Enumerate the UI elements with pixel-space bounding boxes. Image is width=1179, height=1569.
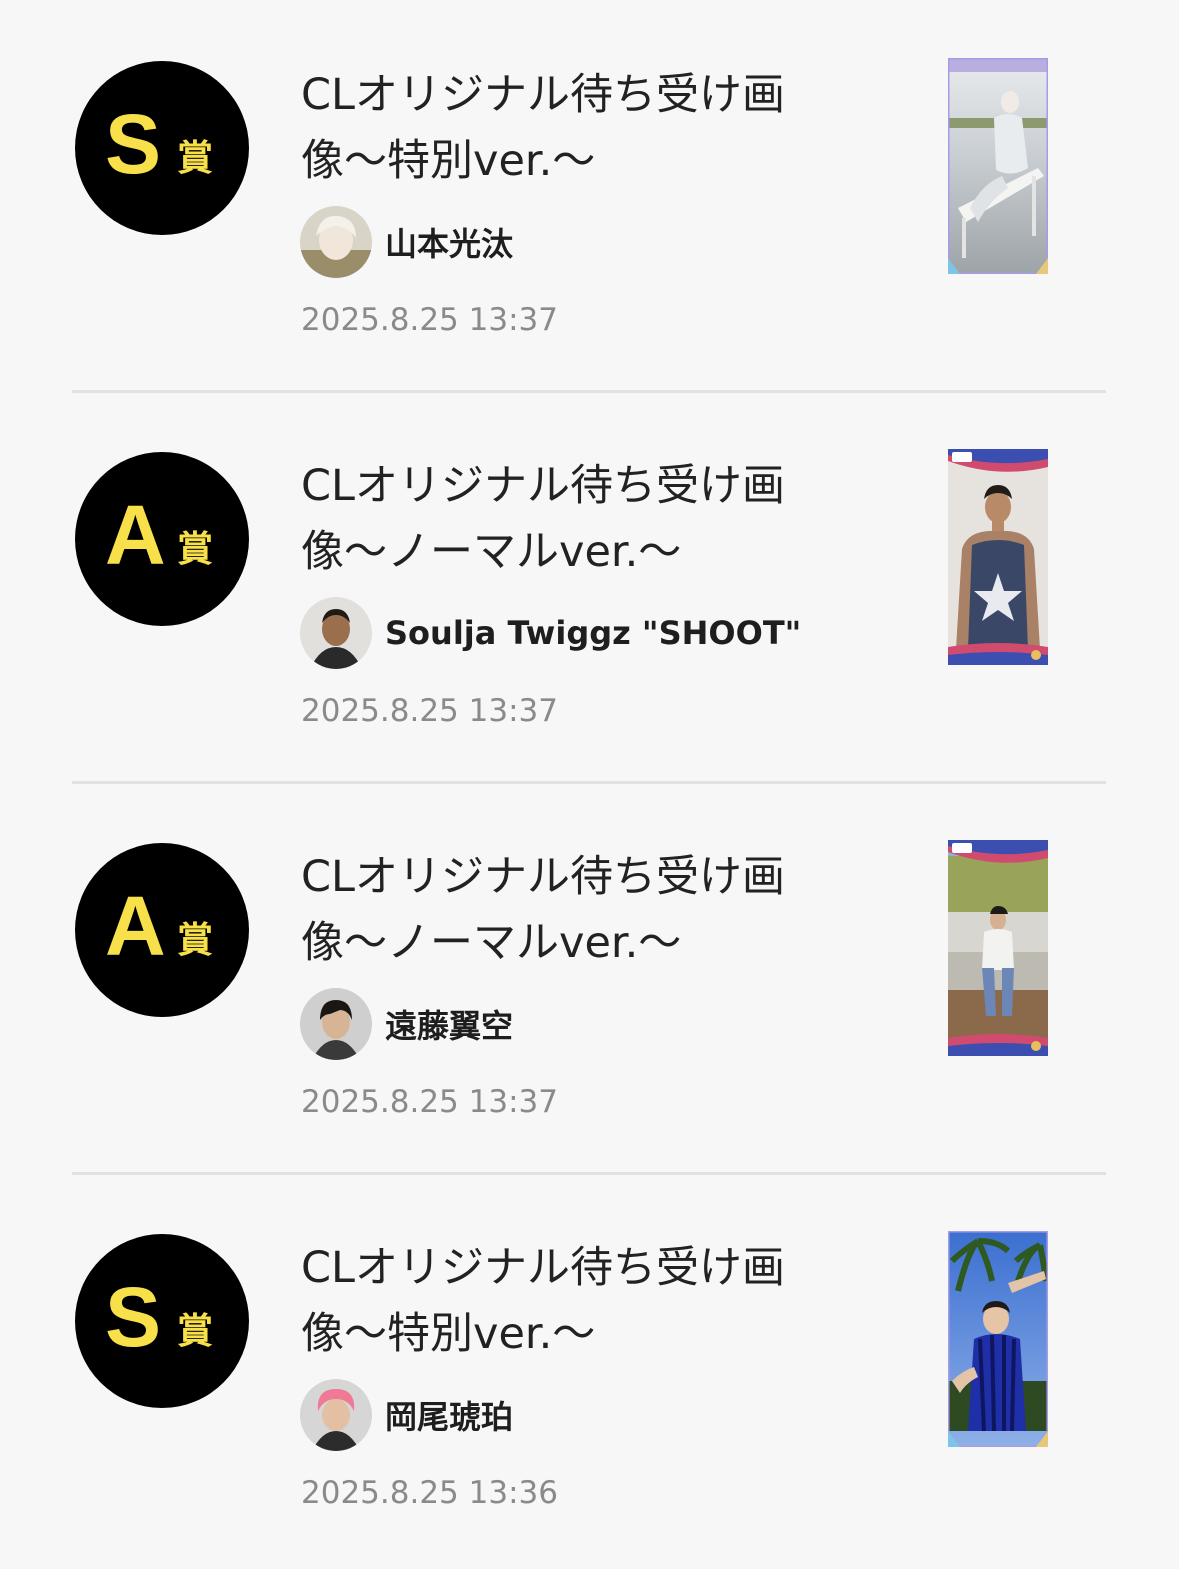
author-name: Soulja Twiggz "SHOOT"	[385, 614, 802, 652]
rank-letter: S	[105, 1270, 162, 1364]
list-item[interactable]: S 賞 CLオリジナル待ち受け画 像～特別ver.～ 山本光汰 2025.8.2…	[0, 0, 1179, 393]
avatar	[300, 206, 372, 278]
prize-history-list: S 賞 CLオリジナル待ち受け画 像～特別ver.～ 山本光汰 2025.8.2…	[0, 0, 1179, 1569]
rank-suffix: 賞	[177, 529, 214, 570]
timestamp: 2025.8.25 13:37	[301, 302, 558, 338]
rank-suffix: 賞	[177, 138, 214, 179]
timestamp: 2025.8.25 13:36	[301, 1475, 558, 1511]
wallpaper-thumbnail[interactable]	[948, 58, 1048, 274]
rank-badge: S 賞	[75, 61, 249, 235]
rank-letter: A	[105, 879, 166, 973]
author: 山本光汰	[300, 206, 513, 278]
rank-letter: S	[105, 97, 162, 191]
item-title: CLオリジナル待ち受け画 像～ノーマルver.～	[301, 852, 785, 968]
item-title: CLオリジナル待ち受け画 像～特別ver.～	[301, 1243, 785, 1359]
avatar	[300, 988, 372, 1060]
rank-badge: S 賞	[75, 1234, 249, 1408]
wallpaper-thumbnail[interactable]	[948, 449, 1048, 665]
list-item[interactable]: S 賞 CLオリジナル待ち受け画 像～特別ver.～ 岡尾琥珀 2025.8.2…	[0, 1173, 1179, 1564]
item-title: CLオリジナル待ち受け画 像～ノーマルver.～	[301, 461, 785, 577]
rank-badge: A 賞	[75, 452, 249, 626]
list-item[interactable]: A 賞 CLオリジナル待ち受け画 像～ノーマルver.～ 遠藤翼空 2025.8…	[0, 782, 1179, 1175]
author: 岡尾琥珀	[300, 1379, 513, 1451]
author-name: 山本光汰	[385, 225, 514, 263]
rank-suffix: 賞	[177, 1311, 214, 1352]
timestamp: 2025.8.25 13:37	[301, 693, 558, 729]
avatar	[300, 1379, 372, 1451]
avatar	[300, 597, 372, 669]
wallpaper-thumbnail[interactable]	[948, 840, 1048, 1056]
rank-letter: A	[105, 488, 166, 582]
author-name: 遠藤翼空	[385, 1007, 514, 1045]
item-title: CLオリジナル待ち受け画 像～特別ver.～	[301, 70, 785, 186]
timestamp: 2025.8.25 13:37	[301, 1084, 558, 1120]
wallpaper-thumbnail[interactable]	[948, 1231, 1048, 1447]
rank-suffix: 賞	[177, 920, 214, 961]
list-item[interactable]: A 賞 CLオリジナル待ち受け画 像～ノーマルver.～ Soulja Twig…	[0, 391, 1179, 784]
author: 遠藤翼空	[300, 988, 513, 1060]
rank-badge: A 賞	[75, 843, 249, 1017]
author: Soulja Twiggz "SHOOT"	[300, 597, 801, 669]
author-name: 岡尾琥珀	[385, 1398, 514, 1436]
